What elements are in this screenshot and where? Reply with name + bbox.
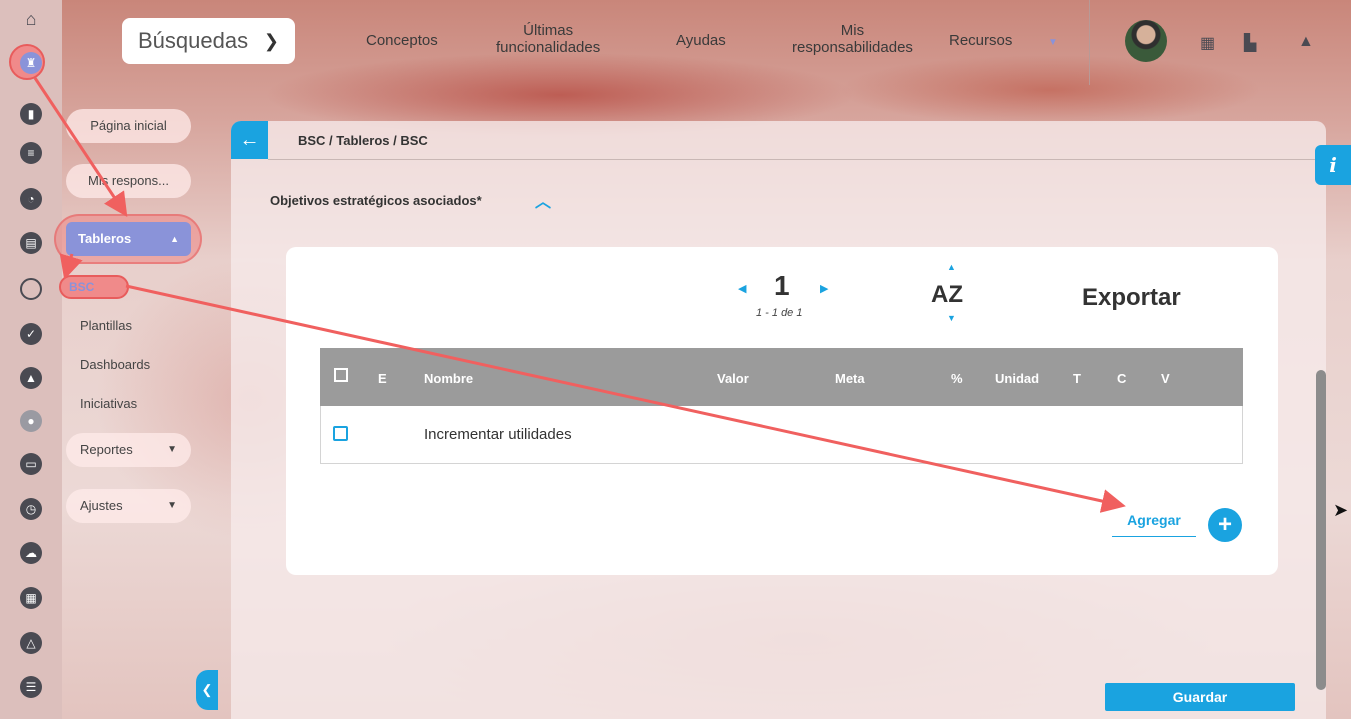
chevron-up-icon: ▲ bbox=[170, 234, 179, 244]
add-plus-icon[interactable]: + bbox=[1208, 508, 1242, 542]
bell-icon[interactable]: ▲ bbox=[1298, 33, 1314, 51]
sidebar-bsc[interactable]: BSC bbox=[59, 275, 129, 299]
network-icon[interactable]: △ bbox=[20, 632, 42, 654]
list-icon[interactable]: ☰ bbox=[20, 676, 42, 698]
collapse-sidebar-button[interactable]: ❮ bbox=[196, 670, 218, 710]
col-t[interactable]: T bbox=[1073, 371, 1081, 386]
calendar-icon[interactable]: ▦ bbox=[20, 587, 42, 609]
warning-icon[interactable]: ▲ bbox=[20, 367, 42, 389]
nav-conceptos[interactable]: Conceptos bbox=[366, 32, 438, 49]
chevron-down-icon: ❯ bbox=[263, 31, 279, 51]
nav-recursos[interactable]: Recursos bbox=[949, 32, 1012, 49]
strategy-icon[interactable]: ♜ bbox=[20, 52, 42, 74]
monitor-icon[interactable]: ▭ bbox=[20, 453, 42, 475]
sort-az-button[interactable]: AZ bbox=[931, 281, 963, 309]
col-unidad[interactable]: Unidad bbox=[995, 371, 1039, 386]
chart-icon[interactable]: ▮ bbox=[20, 103, 42, 125]
pager-page: 1 bbox=[774, 270, 790, 301]
pie-icon[interactable]: ◔ bbox=[20, 188, 42, 210]
filter-icon[interactable]: ≡ bbox=[20, 142, 42, 164]
export-button[interactable]: Exportar bbox=[1082, 284, 1181, 312]
sidebar-tableros-label: Tableros bbox=[78, 231, 132, 246]
col-valor[interactable]: Valor bbox=[717, 371, 749, 386]
document-icon[interactable]: ▤ bbox=[20, 232, 42, 254]
card-divider bbox=[268, 159, 1318, 160]
breadcrumb: BSC / Tableros / BSC bbox=[298, 133, 428, 148]
pager-next-icon[interactable]: ▶ bbox=[820, 282, 828, 295]
add-link[interactable]: Agregar bbox=[1112, 512, 1196, 537]
col-meta[interactable]: Meta bbox=[835, 371, 865, 386]
cloud-icon[interactable]: ☁ bbox=[20, 542, 42, 564]
scrollbar[interactable] bbox=[1316, 370, 1326, 690]
nav-ayudas[interactable]: Ayudas bbox=[676, 32, 726, 49]
recursos-caret-icon[interactable]: ▼ bbox=[1048, 34, 1058, 51]
section-title: Objetivos estratégicos asociados* bbox=[270, 193, 482, 208]
sort-up-icon[interactable]: ▲ bbox=[947, 262, 956, 272]
select-all-checkbox[interactable] bbox=[334, 368, 348, 382]
search-dropdown[interactable]: Búsquedas ❯ bbox=[122, 18, 295, 64]
save-button[interactable]: Guardar bbox=[1105, 683, 1295, 711]
pager-prev-icon[interactable]: ◀ bbox=[738, 282, 746, 295]
sidebar-tableros[interactable]: Tableros ▲ bbox=[66, 222, 191, 256]
row-checkbox[interactable] bbox=[333, 426, 348, 441]
sidebar-pagina-inicial[interactable]: Página inicial bbox=[66, 109, 191, 143]
books-icon[interactable]: ▙ bbox=[1244, 33, 1256, 53]
sidebar-plantillas[interactable]: Plantillas bbox=[80, 318, 132, 333]
cycle-icon[interactable] bbox=[20, 278, 42, 300]
info-icon[interactable]: i bbox=[1315, 145, 1351, 185]
col-e[interactable]: E bbox=[378, 371, 387, 386]
avatar[interactable] bbox=[1125, 20, 1167, 62]
sidebar-dashboards[interactable]: Dashboards bbox=[80, 357, 150, 372]
calendar-icon[interactable]: ▦ bbox=[1200, 33, 1215, 53]
row-nombre: Incrementar utilidades bbox=[424, 426, 572, 443]
col-pct[interactable]: % bbox=[951, 371, 963, 386]
nav-ultimas-funcionalidades[interactable]: Últimas funcionalidades bbox=[496, 22, 600, 56]
nav-mis-responsabilidades[interactable]: Mis responsabilidades bbox=[792, 22, 913, 56]
sidebar-iniciativas[interactable]: Iniciativas bbox=[80, 396, 137, 411]
chevron-up-icon[interactable]: ︿ bbox=[535, 188, 551, 212]
clock-icon[interactable]: ◷ bbox=[20, 498, 42, 520]
sidebar-mis-responsabilidades[interactable]: Mis respons... bbox=[66, 164, 191, 198]
home-icon[interactable]: ⌂ bbox=[20, 8, 42, 30]
sidebar-ajustes[interactable]: Ajustes ▼ bbox=[66, 489, 191, 523]
col-v[interactable]: V bbox=[1161, 371, 1170, 386]
pager-range: 1 - 1 de 1 bbox=[756, 307, 803, 319]
caret-down-icon: ▼ bbox=[167, 500, 177, 511]
caret-down-icon: ▼ bbox=[167, 444, 177, 455]
search-label: Búsquedas bbox=[138, 28, 249, 53]
col-c[interactable]: C bbox=[1117, 371, 1126, 386]
sidebar-ajustes-label: Ajustes bbox=[80, 498, 123, 513]
sidebar-reportes-label: Reportes bbox=[80, 442, 133, 457]
sidebar-reportes[interactable]: Reportes ▼ bbox=[66, 433, 191, 467]
mouse-cursor-icon: ➤ bbox=[1333, 500, 1349, 520]
sort-down-icon[interactable]: ▼ bbox=[947, 313, 956, 323]
users-icon[interactable]: ● bbox=[20, 410, 42, 432]
check-icon[interactable]: ✓ bbox=[20, 323, 42, 345]
header-divider bbox=[1089, 0, 1090, 85]
col-nombre[interactable]: Nombre bbox=[424, 371, 473, 386]
back-arrow-icon[interactable]: ← bbox=[231, 121, 268, 159]
